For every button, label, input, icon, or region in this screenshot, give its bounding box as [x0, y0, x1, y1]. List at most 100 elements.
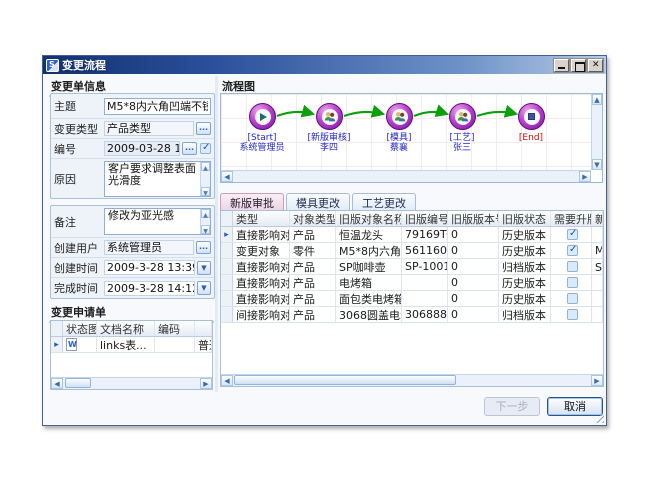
flow-label-review: [新版审核]李四 [292, 133, 366, 153]
table-row[interactable]: 直接影响对象 产品 SP咖啡壶 SP-1001 0 归档版本 SP咖 [221, 259, 603, 275]
col-status-icon[interactable]: 状态图 [63, 321, 97, 336]
scroll-down-icon[interactable]: ▼ [201, 187, 210, 196]
flow-node-craft[interactable] [449, 103, 476, 130]
creator-picker-button[interactable]: ... [196, 241, 211, 254]
people-icon [455, 109, 471, 125]
remark-text: 修改为亚光感 [108, 209, 174, 222]
field-row-subject: 主题 [51, 94, 214, 119]
main-table-hscrollbar[interactable]: ◀ ▶ [221, 374, 603, 386]
flow-node-review[interactable] [316, 103, 343, 130]
creator-value[interactable]: 系统管理员 [104, 240, 194, 255]
scroll-right-icon[interactable]: ▶ [579, 171, 591, 182]
col-need-upgrade[interactable]: 需要升版 [551, 211, 592, 226]
table-row[interactable]: 直接影响对象 产品 电烤箱 0 历史版本 [221, 275, 603, 291]
need-upgrade-checkbox[interactable] [567, 245, 578, 256]
field-row-reason: 原因 客户要求调整表面光滑度 ▲▼ [51, 159, 214, 199]
change-type-picker-button[interactable]: ... [196, 122, 211, 135]
finish-time-dropdown-icon[interactable]: ▼ [197, 281, 211, 295]
request-table-hscrollbar[interactable]: ◀ ▶ [51, 377, 212, 389]
number-label: 编号 [54, 141, 104, 157]
need-upgrade-checkbox[interactable] [567, 229, 578, 240]
subject-input[interactable] [104, 98, 211, 115]
finish-time-value[interactable]: 2009-3-28 14:12:50 [104, 281, 195, 296]
table-row[interactable]: ▸ 直接影响对象 产品 恒温龙头 79169TC 0 历史版本 [221, 227, 603, 243]
scroll-down-icon[interactable]: ▼ [592, 159, 602, 170]
remark-textarea[interactable]: 修改为亚光感 ▲▼ [104, 208, 211, 235]
flow-canvas[interactable]: [Start]系统管理员 [新版审核]李四 [模具]蔡襄 [工艺]张三 [End… [221, 94, 591, 170]
remark-label: 备注 [54, 214, 104, 230]
change-type-value[interactable]: 产品类型 [104, 121, 194, 136]
people-icon [392, 109, 408, 125]
col-doc-name[interactable]: 文档名称 [97, 321, 155, 336]
titlebar[interactable]: 变更流程 [43, 56, 606, 74]
table-row[interactable]: 直接影响对象 产品 面包类电烤箱 0 历史版本 [221, 291, 603, 307]
scroll-up-icon[interactable]: ▲ [201, 209, 210, 218]
flow-node-start[interactable] [249, 103, 276, 130]
reason-label: 原因 [54, 171, 104, 187]
scroll-up-icon[interactable]: ▲ [592, 94, 602, 105]
flow-node-mold[interactable] [386, 103, 413, 130]
flow-hscrollbar[interactable]: ◀ ▶ [221, 170, 591, 182]
need-upgrade-checkbox[interactable] [567, 261, 578, 272]
need-upgrade-checkbox[interactable] [567, 277, 578, 288]
next-button[interactable]: 下一步 [484, 397, 540, 416]
change-type-label: 变更类型 [54, 121, 104, 137]
main-table-header: 类型 对象类型 旧版对象名称 旧版编号 旧版版本号 旧版状态 需要升版 新版 [221, 211, 603, 227]
col-new[interactable]: 新版 [592, 211, 603, 226]
tab-mold-change[interactable]: 模具更改 [286, 193, 350, 210]
scroll-thumb[interactable] [234, 375, 456, 385]
need-upgrade-checkbox[interactable] [567, 293, 578, 304]
reason-textarea[interactable]: 客户要求调整表面光滑度 ▲▼ [104, 161, 211, 197]
minimize-button[interactable] [554, 59, 569, 72]
need-upgrade-checkbox[interactable] [567, 309, 578, 320]
col-old-code[interactable]: 旧版编号 [402, 211, 448, 226]
selected-row-arrow-icon: ▸ [54, 340, 59, 350]
col-type[interactable]: 类型 [233, 211, 290, 226]
scroll-down-icon[interactable]: ▼ [201, 225, 210, 234]
scroll-up-icon[interactable]: ▲ [201, 162, 210, 171]
remark-scrollbar[interactable]: ▲▼ [200, 209, 210, 234]
col-old-status[interactable]: 旧版状态 [499, 211, 551, 226]
close-button[interactable] [588, 59, 603, 72]
col-object-type[interactable]: 对象类型 [290, 211, 336, 226]
col-old-version[interactable]: 旧版版本号 [448, 211, 499, 226]
table-row[interactable]: 间接影响对象 产品 3068圆盖电水壶 3068887 0 归档版本 [221, 307, 603, 323]
request-table-row[interactable]: ▸ links表... 普通 [51, 337, 212, 353]
flow-vscrollbar[interactable]: ▲ ▼ [591, 94, 602, 170]
scroll-left-icon[interactable]: ◀ [51, 378, 63, 389]
number-checkbox[interactable] [200, 143, 211, 154]
flow-label-start: [Start]系统管理员 [225, 133, 299, 153]
col-code[interactable]: 编码 [155, 321, 195, 336]
scroll-right-icon[interactable]: ▶ [591, 375, 603, 386]
field-row-number: 编号 2009-03-28 13:39:01 ... [51, 139, 214, 159]
field-row-create-time: 创建时间 2009-3-28 13:39:01 ▼ [51, 258, 214, 278]
request-table-header: 状态图 文档名称 编码 [51, 321, 212, 337]
reason-scrollbar[interactable]: ▲▼ [200, 162, 210, 196]
scroll-right-icon[interactable]: ▶ [200, 378, 212, 389]
scroll-thumb[interactable] [65, 378, 91, 388]
scroll-left-icon[interactable]: ◀ [221, 171, 233, 182]
people-icon [322, 109, 338, 125]
cancel-button[interactable]: 取消 [547, 397, 603, 416]
tab-new-version-approval[interactable]: 新版审批 [220, 193, 284, 210]
maximize-button[interactable] [571, 59, 586, 72]
table-row[interactable]: 变更对象 零件 M5*8内六角凹... 5611600 0 历史版本 M5*8 [221, 243, 603, 259]
scroll-left-icon[interactable]: ◀ [221, 375, 233, 386]
change-process-dialog: 变更流程 变更单信息 主题 变更类型 产品类型 ... 编号 2009 [42, 55, 607, 426]
field-group-basic: 主题 变更类型 产品类型 ... 编号 2009-03-28 13:39:01 … [50, 93, 215, 199]
flow-node-end[interactable] [518, 103, 545, 130]
finish-time-label: 完成时间 [54, 280, 104, 296]
selected-row-arrow-icon: ▸ [224, 230, 229, 240]
create-time-dropdown-icon[interactable]: ▼ [197, 261, 211, 275]
creator-label: 创建用户 [54, 240, 104, 256]
number-picker-button[interactable]: ... [182, 142, 197, 155]
panel-splitter[interactable] [215, 76, 218, 392]
word-doc-icon [66, 338, 77, 351]
create-time-value[interactable]: 2009-3-28 13:39:01 [104, 260, 195, 275]
field-row-change-type: 变更类型 产品类型 ... [51, 119, 214, 139]
start-icon [255, 109, 271, 125]
number-value[interactable]: 2009-03-28 13:39:01 [104, 141, 180, 156]
tab-craft-change[interactable]: 工艺更改 [352, 193, 416, 210]
end-icon [524, 109, 540, 125]
col-old-name[interactable]: 旧版对象名称 [336, 211, 402, 226]
